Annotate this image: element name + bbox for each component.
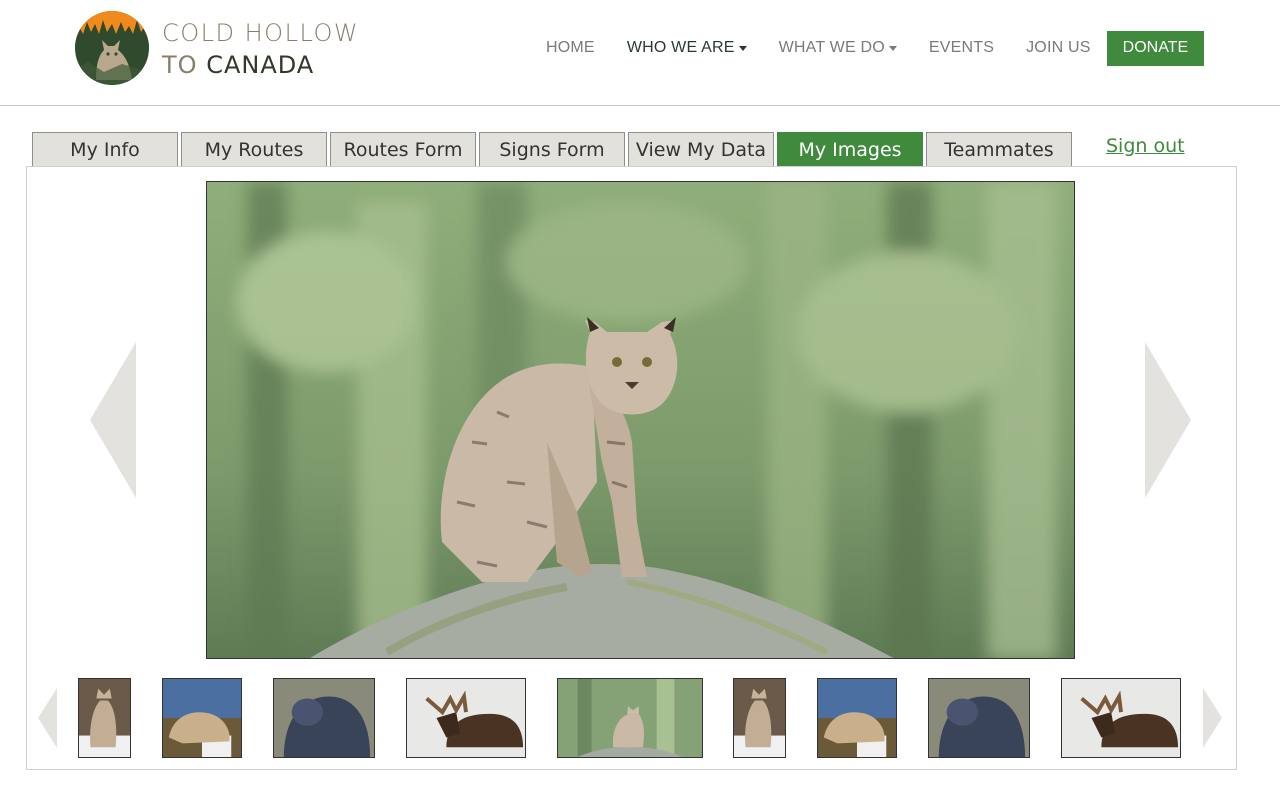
bobcat-snow-photo-icon xyxy=(79,679,130,757)
logo-title-canada: CANADA xyxy=(206,51,315,79)
tab-teammates[interactable]: Teammates xyxy=(926,132,1072,167)
nav-what-we-do-label: WHAT WE DO xyxy=(778,39,885,56)
logo-emblem-icon xyxy=(75,11,149,85)
thumbnail-2[interactable] xyxy=(162,678,242,758)
nav-events[interactable]: EVENTS xyxy=(913,39,1010,57)
logo-title-line2: TO CANADA xyxy=(162,51,314,79)
tab-my-info[interactable]: My Info xyxy=(32,132,178,167)
donate-button[interactable]: DONATE xyxy=(1106,30,1205,66)
thumbnail-1[interactable] xyxy=(78,678,131,758)
nav-home[interactable]: HOME xyxy=(530,39,611,57)
tab-my-routes[interactable]: My Routes xyxy=(181,132,327,167)
moose-photo-icon xyxy=(407,679,525,757)
fisher-photo-icon xyxy=(274,679,374,757)
bobcat-rock-photo-icon xyxy=(558,679,702,757)
bobcat-crouching-photo-icon xyxy=(163,679,241,757)
moose-photo-icon xyxy=(1062,679,1180,757)
fisher-photo-icon xyxy=(929,679,1029,757)
tab-view-my-data[interactable]: View My Data xyxy=(628,132,774,167)
nav-events-label: EVENTS xyxy=(928,39,995,56)
site-header: COLD HOLLOW TO CANADA HOME WHO WE ARE WH… xyxy=(0,0,1280,106)
nav-join-us[interactable]: JOIN US xyxy=(1010,39,1107,57)
thumbnail-5[interactable] xyxy=(557,678,703,758)
thumbnail-4[interactable] xyxy=(406,678,526,758)
main-nav: HOME WHO WE ARE WHAT WE DO EVENTS JOIN U… xyxy=(530,30,1205,66)
bobcat-snow-photo-icon xyxy=(734,679,785,757)
tab-routes-form[interactable]: Routes Form xyxy=(330,132,476,167)
nav-join-us-label: JOIN US xyxy=(1026,39,1091,56)
nav-what-we-do[interactable]: WHAT WE DO xyxy=(763,39,913,57)
thumbnail-3[interactable] xyxy=(273,678,375,758)
tab-my-images[interactable]: My Images xyxy=(777,132,923,167)
thumbnail-6[interactable] xyxy=(733,678,786,758)
site-logo[interactable]: COLD HOLLOW TO CANADA xyxy=(74,10,374,86)
account-tabs: My Info My Routes Routes Form Signs Form… xyxy=(32,132,1075,167)
sign-out-link[interactable]: Sign out xyxy=(1106,135,1185,157)
nav-who-we-are-label: WHO WE ARE xyxy=(626,39,735,56)
thumbnails-previous-arrow-icon[interactable] xyxy=(38,688,57,748)
thumbnail-8[interactable] xyxy=(928,678,1030,758)
previous-image-arrow-icon[interactable] xyxy=(90,342,136,498)
logo-title-to: TO xyxy=(162,51,198,79)
main-image[interactable] xyxy=(206,181,1075,659)
bobcat-crouching-photo-icon xyxy=(818,679,896,757)
thumbnail-7[interactable] xyxy=(817,678,897,758)
caret-down-icon xyxy=(738,45,747,51)
tab-signs-form[interactable]: Signs Form xyxy=(479,132,625,167)
next-image-arrow-icon[interactable] xyxy=(1145,342,1191,498)
thumbnails-next-arrow-icon[interactable] xyxy=(1203,688,1222,748)
nav-who-we-are[interactable]: WHO WE ARE xyxy=(611,39,763,57)
bobcat-photo-icon xyxy=(207,182,1074,658)
thumbnail-9[interactable] xyxy=(1061,678,1181,758)
logo-title-line1: COLD HOLLOW xyxy=(162,19,360,47)
nav-home-label: HOME xyxy=(546,39,595,56)
caret-down-icon xyxy=(888,45,897,51)
